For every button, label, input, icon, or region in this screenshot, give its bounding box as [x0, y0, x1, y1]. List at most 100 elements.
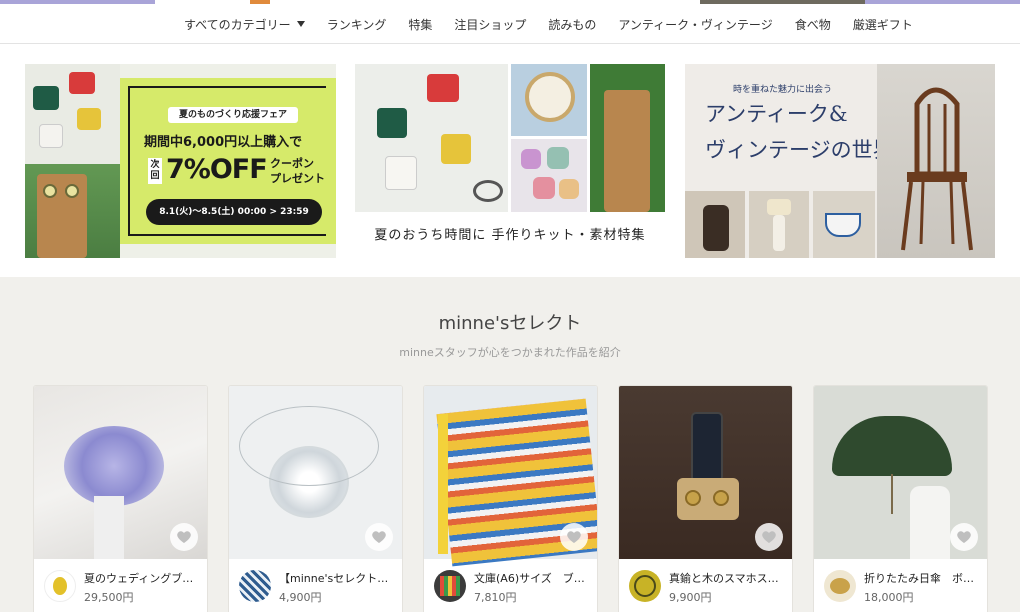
nav-item-label: 注目ショップ — [454, 17, 527, 32]
section-subtitle: minneスタッフが心をつかまれた作品を紹介 — [399, 346, 621, 359]
white-chair-image — [39, 124, 63, 148]
antique-title-line2: ヴィンテージの世界 — [705, 138, 894, 162]
product-title[interactable]: 文庫(A6)サイズ ブックカバー — [474, 570, 592, 586]
bead-image — [559, 179, 579, 199]
nav-featured-shops[interactable]: 注目ショップ — [454, 16, 526, 33]
product-card[interactable]: 文庫(A6)サイズ ブックカバー 7,810円 — [423, 385, 598, 612]
scissors-image — [473, 180, 503, 202]
shop-avatar[interactable] — [434, 570, 466, 602]
yellow-chair-image — [77, 108, 101, 130]
bead-image — [547, 147, 569, 169]
strap-image — [239, 406, 379, 486]
next-time-label: 次回 — [148, 158, 162, 184]
heart-icon — [957, 531, 971, 543]
embroidery-hoop-image — [525, 72, 575, 122]
green-chair-image — [377, 108, 407, 138]
product-card[interactable]: 折りたたみ日傘 ボタニカル 18,000円 — [813, 385, 988, 612]
fair-dates: 8.1(火)〜8.5(土) 00:00 > 23:59 — [146, 199, 322, 225]
category-nav: すべてのカテゴリー ランキング 特集 注目ショップ 読みもの アンティーク・ヴィ… — [0, 4, 1020, 44]
favorite-button[interactable] — [755, 523, 783, 551]
nav-item-label: 特集 — [408, 17, 433, 32]
shop-avatar[interactable] — [239, 570, 271, 602]
flower-logo — [53, 577, 67, 595]
heart-icon — [567, 531, 581, 543]
product-title[interactable]: 夏のウェディングブーケ — [84, 570, 202, 586]
nav-item-label: 読みもの — [548, 17, 597, 32]
red-chair-image — [427, 74, 459, 102]
lamp-shade-image — [767, 199, 791, 215]
product-price: 9,900円 — [669, 591, 712, 604]
brass-speaker — [685, 490, 701, 506]
bouquet-image — [64, 426, 164, 506]
wooden-chair-icon — [901, 87, 973, 251]
lamp-base-image — [773, 215, 785, 251]
product-title[interactable]: 【minne'sセレクト掲載】 — [279, 570, 397, 586]
heart-icon — [372, 531, 386, 543]
product-price: 18,000円 — [864, 591, 914, 604]
favorite-button[interactable] — [170, 523, 198, 551]
banner-antique[interactable]: 時を重ねた魅力に出会う アンティーク& ヴィンテージの世界 — [685, 64, 995, 258]
shop-logo — [634, 575, 656, 597]
kits-caption: 夏のおうち時間に 手作りキット・素材特集 — [374, 228, 646, 243]
wooden-stand-image — [677, 478, 739, 520]
dress-image — [94, 496, 124, 559]
vase-photo — [685, 191, 745, 258]
wooden-robot-image — [604, 90, 650, 212]
antique-lead: 時を重ねた魅力に出会う — [733, 85, 833, 95]
favorite-button[interactable] — [560, 523, 588, 551]
wooden-robot-photo — [590, 64, 665, 212]
bead-image — [533, 177, 555, 199]
banner-fair[interactable]: 夏のものづくり応援フェア 期間中6,000円以上購入で 次回 7%OFF クーポ… — [25, 64, 336, 258]
nav-curated-gifts[interactable]: 厳選ギフト — [853, 16, 913, 33]
product-title[interactable]: 真鍮と木のスマホスタンド — [669, 570, 787, 586]
parasol-image — [832, 416, 952, 476]
product-title[interactable]: 折りたたみ日傘 ボタニカル — [864, 570, 982, 586]
nav-articles[interactable]: 読みもの — [548, 16, 596, 33]
product-price: 7,810円 — [474, 591, 517, 604]
product-card[interactable]: 真鍮と木のスマホスタンド 9,900円 — [618, 385, 793, 612]
favorite-button[interactable] — [365, 523, 393, 551]
fair-headline: 期間中6,000円以上購入で — [144, 135, 303, 150]
green-chair-image — [33, 86, 59, 110]
shop-logo — [830, 578, 850, 594]
embroidery-photo — [511, 64, 587, 136]
shop-avatar[interactable] — [629, 570, 661, 602]
shop-logo — [440, 576, 460, 596]
favorite-button[interactable] — [950, 523, 978, 551]
heart-icon — [762, 531, 776, 543]
white-chair-image — [385, 156, 417, 190]
nav-all-categories[interactable]: すべてのカテゴリー — [184, 16, 305, 33]
antique-chair-photo — [877, 64, 995, 258]
wooden-robot-image — [37, 174, 87, 258]
nav-antique-vintage[interactable]: アンティーク・ヴィンテージ — [618, 16, 772, 33]
robot-eye — [65, 184, 79, 198]
shop-avatar[interactable] — [44, 570, 76, 602]
nav-item-label: すべてのカテゴリー — [184, 17, 291, 32]
teacup-image — [825, 213, 861, 237]
antique-title-line1: アンティーク& — [705, 102, 848, 126]
minnes-select-section: minne'sセレクト minneスタッフが心をつかまれた作品を紹介 夏のウェデ… — [0, 277, 1020, 612]
coupon-line: プレゼント — [270, 172, 325, 185]
product-card[interactable]: 【minne'sセレクト掲載】 4,900円 — [228, 385, 403, 612]
product-price: 29,500円 — [84, 591, 134, 604]
product-card[interactable]: 夏のウェディングブーケ 29,500円 — [33, 385, 208, 612]
nav-item-label: アンティーク・ヴィンテージ — [618, 17, 773, 32]
yellow-chair-image — [441, 134, 471, 164]
coupon-line: クーポン — [270, 157, 314, 170]
vase-image — [703, 205, 729, 251]
book-edge-image — [438, 414, 448, 554]
heart-icon — [177, 531, 191, 543]
smartphone-image — [691, 412, 723, 482]
robot-eye — [43, 184, 57, 198]
product-price: 4,900円 — [279, 591, 322, 604]
nav-ranking[interactable]: ランキング — [327, 16, 387, 33]
fair-tag: 夏のものづくり応援フェア — [168, 107, 298, 123]
banner-fair-photo — [25, 64, 120, 258]
lamp-photo — [749, 191, 809, 258]
banner-kits[interactable]: 夏のおうち時間に 手作りキット・素材特集 — [355, 64, 665, 258]
banner-row: 夏のものづくり応援フェア 期間中6,000円以上購入で 次回 7%OFF クーポ… — [0, 45, 1020, 277]
shop-avatar[interactable] — [824, 570, 856, 602]
nav-item-label: 厳選ギフト — [852, 17, 913, 32]
nav-features[interactable]: 特集 — [408, 16, 432, 33]
nav-food[interactable]: 食べ物 — [795, 16, 831, 33]
